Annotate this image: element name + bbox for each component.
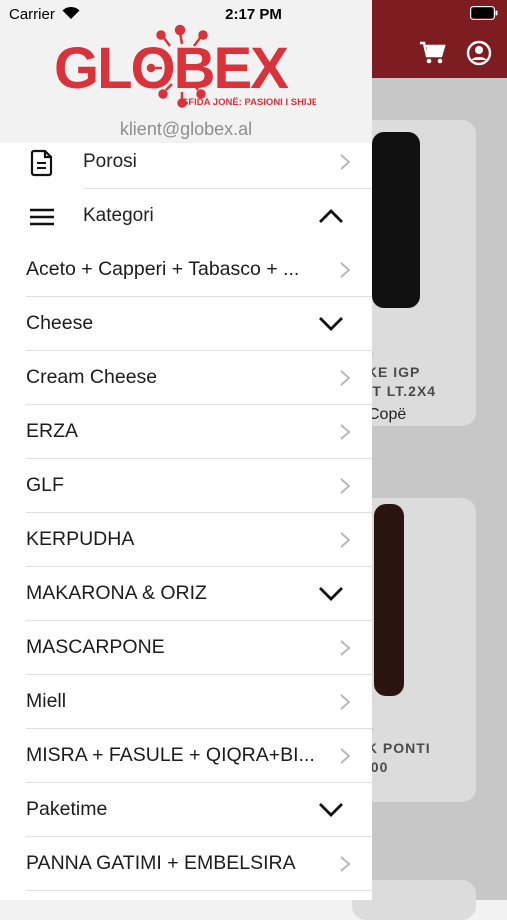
chevron-right-icon	[340, 478, 351, 494]
chevron-down-icon[interactable]	[318, 315, 344, 333]
category-item[interactable]: PANNA GATIMI + EMBELSIRA	[0, 837, 372, 891]
menu-item-label: Porosi	[83, 151, 137, 172]
chevron-down-icon[interactable]	[318, 585, 344, 603]
category-label: MASCARPONE	[26, 636, 165, 658]
category-item[interactable]: MAKARONA & ORIZ	[0, 567, 372, 621]
chevron-right-icon	[340, 748, 351, 764]
chevron-right-icon	[340, 262, 351, 278]
cart-icon[interactable]	[418, 38, 448, 68]
navigation-drawer: GLOBEX SFIDA JONË: PASIONI I SHIJES klie…	[0, 0, 372, 900]
menu-item-label: Kategori	[83, 205, 154, 226]
chevron-right-icon	[340, 694, 351, 710]
product-image	[374, 504, 404, 696]
chevron-right-icon	[340, 154, 351, 170]
brand-tagline: SFIDA JONË: PASIONI I SHIJES	[182, 97, 316, 108]
category-label: Cream Cheese	[26, 366, 158, 388]
category-label: Paketime	[26, 798, 108, 820]
clock: 2:17 PM	[225, 6, 282, 23]
chevron-right-icon	[340, 640, 351, 656]
divider	[26, 890, 372, 891]
chevron-down-icon[interactable]	[318, 801, 344, 819]
account-icon[interactable]	[464, 38, 494, 68]
category-label: GLF	[26, 474, 64, 496]
category-label: MAKARONA & ORIZ	[26, 582, 207, 604]
product-price: Copë	[368, 406, 407, 423]
category-item[interactable]: Miell	[0, 675, 372, 729]
battery-icon	[470, 6, 498, 20]
document-icon	[30, 149, 53, 177]
menu-item-kategori[interactable]: Kategori	[0, 189, 372, 243]
category-item[interactable]: KERPUDHA	[0, 513, 372, 567]
category-label: Cheese	[26, 312, 94, 334]
category-item[interactable]: MISRA + FASULE + QIQRA+BI...	[0, 729, 372, 783]
menu-item-porosi[interactable]: Porosi	[0, 135, 372, 189]
category-label: Miell	[26, 690, 67, 712]
category-item[interactable]: GLF	[0, 459, 372, 513]
category-item[interactable]: ERZA	[0, 405, 372, 459]
chevron-right-icon	[340, 424, 351, 440]
hamburger-icon	[30, 208, 54, 226]
category-item[interactable]: Cheese	[0, 297, 372, 351]
chevron-up-icon[interactable]	[318, 207, 344, 225]
chevron-right-icon	[340, 532, 351, 548]
category-item[interactable]: Aceto + Capperi + Tabasco + ...	[0, 243, 372, 297]
category-label: ERZA	[26, 420, 79, 442]
globex-logo: GLOBEX SFIDA JONË: PASIONI I SHIJES	[54, 24, 316, 108]
category-label: PANNA GATIMI + EMBELSIRA	[26, 852, 296, 874]
category-item[interactable]: Cream Cheese	[0, 351, 372, 405]
product-name: O IK PONTI 500	[362, 721, 431, 775]
product-image	[372, 132, 420, 308]
chevron-right-icon	[340, 370, 351, 386]
category-label: KERPUDHA	[26, 528, 135, 550]
status-bar: Carrier 2:17 PM	[0, 0, 507, 30]
category-label: Aceto + Capperi + Tabasco + ...	[26, 258, 300, 280]
chevron-right-icon	[340, 856, 351, 872]
brand-wordmark: GLOBEX	[54, 36, 289, 101]
category-label: MISRA + FASULE + QIQRA+BI...	[26, 744, 315, 766]
category-item[interactable]: Paketime	[0, 783, 372, 837]
category-item[interactable]: MASCARPONE	[0, 621, 372, 675]
product-name: O IKE IGP ET LT.2X4	[362, 345, 437, 399]
